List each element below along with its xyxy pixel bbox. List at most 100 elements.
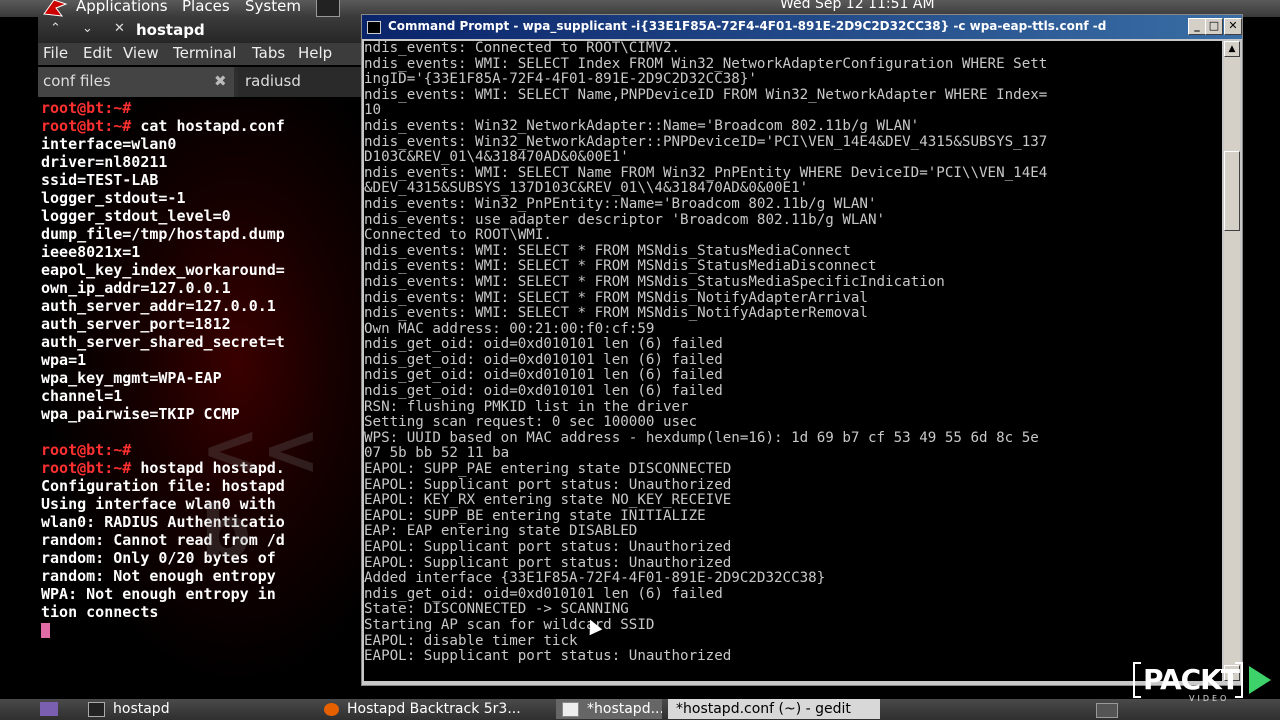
shell-prompt: root@bt:~# — [41, 117, 132, 135]
terminal-text: logger_stdout_level=0 — [41, 207, 231, 225]
workspace-switcher[interactable] — [1096, 703, 1118, 718]
terminal-line: eapol_key_index_workaround= — [41, 261, 368, 279]
cmd-line: ndis_events: WMI: SELECT Name,PNPDeviceI… — [364, 87, 1048, 103]
taskbar: hostapd Hostapd Backtrack 5r3... *hostap… — [0, 699, 1280, 720]
taskbar-label: hostapd — [113, 701, 170, 717]
terminal-text: channel=1 — [41, 387, 123, 405]
cmd-line: ndis_get_oid: oid=0xd010101 len (6) fail… — [364, 337, 723, 353]
cmd-line: EAPOL: Supplicant port status: Unauthori… — [364, 649, 732, 665]
tab-conf-files[interactable]: conf files ✖ — [38, 67, 234, 97]
show-desktop-icon[interactable] — [40, 702, 58, 716]
menu-edit[interactable]: Edit — [83, 44, 112, 62]
cmd-line: Own MAC address: 00:21:00:f0:cf:59 — [364, 321, 655, 337]
taskbar-label: *hostapd.conf (~) - gedit — [676, 701, 851, 717]
terminal-text: auth_server_port=1812 — [41, 315, 231, 333]
taskbar-item-hostapd[interactable]: hostapd — [82, 699, 302, 719]
cmd-line: 07 5b bb 52 11 ba — [364, 446, 510, 462]
cmd-line: ndis_get_oid: oid=0xd010101 len (6) fail… — [364, 368, 723, 384]
packt-wordmark: PACKT — [1143, 663, 1240, 696]
cmd-output[interactable]: ndis_events: Connected to ROOT\CIMV2. ndi… — [364, 41, 1222, 681]
terminal-line: logger_stdout=-1 — [41, 189, 368, 207]
minimize-button[interactable]: _ — [1188, 18, 1206, 35]
taskbar-item-gedit-active[interactable]: *hostapd.conf (~) - gedit — [668, 699, 880, 719]
terminal-text: dump_file=/tmp/hostapd.dump — [41, 225, 285, 243]
cmd-line: EAPOL: Supplicant port status: Unauthori… — [364, 477, 732, 493]
terminal-text: interface=wlan0 — [41, 135, 177, 153]
terminal-text: wpa_key_mgmt=WPA-EAP — [41, 369, 222, 387]
terminal-titlebar[interactable]: ⌃ ⌄ ✕ hostapd — [38, 17, 368, 43]
terminal-line: auth_server_port=1812 — [41, 315, 368, 333]
cmd-line: EAPOL: Supplicant port status: Unauthori… — [364, 540, 732, 555]
command-prompt-window: Command Prompt - wpa_supplicant -i{33E1F… — [361, 14, 1243, 686]
cmd-line: State: DISCONNECTED -> SCANNING — [364, 602, 629, 618]
cmd-scrollbar[interactable]: ▲ ▼ — [1224, 41, 1240, 681]
menu-help[interactable]: Help — [298, 44, 332, 62]
firefox-icon — [324, 702, 339, 716]
maximize-button[interactable]: □ — [1205, 18, 1223, 35]
terminal-line: driver=nl80211 — [41, 153, 368, 171]
clock[interactable]: Wed Sep 12 11:51 AM — [780, 0, 935, 12]
cmd-line: ndis_events: Win32_PnPEntity::Name='Broa… — [364, 196, 877, 212]
terminal-text: WPA: Not enough entropy in — [41, 585, 276, 603]
bracket-right — [1235, 662, 1243, 698]
terminal-cursor-line — [41, 621, 368, 639]
cmd-line: ndis_events: WMI: SELECT Index FROM Win3… — [364, 56, 1048, 72]
cmd-line: ndis_events: WMI: SELECT Name FROM Win32… — [364, 165, 1048, 181]
backtrack-dragon-icon[interactable] — [42, 0, 68, 17]
terminal-line: WPA: Not enough entropy in — [41, 585, 368, 603]
terminal-window: ⌃ ⌄ ✕ hostapd File Edit View Terminal Ta… — [38, 17, 368, 695]
shell-prompt: root@bt:~# — [41, 99, 132, 117]
places-menu[interactable]: Places — [182, 0, 230, 15]
terminal-menubar: File Edit View Terminal Tabs Help — [38, 43, 368, 65]
shell-prompt: root@bt:~# — [41, 441, 132, 459]
taskbar-item-firefox[interactable]: Hostapd Backtrack 5r3... — [318, 699, 550, 719]
backtrack-watermark: << b — [201, 409, 323, 573]
terminal-text: cat hostapd.conf — [131, 117, 285, 135]
cmd-app-icon[interactable] — [367, 21, 381, 34]
bracket-left — [1133, 662, 1141, 698]
gedit-icon — [562, 701, 579, 717]
terminal-text: own_ip_addr=127.0.0.1 — [41, 279, 231, 297]
cmd-line: Added interface {33E1F85A-72F4-4F01-891E… — [364, 571, 826, 587]
applications-menu[interactable]: Applications — [76, 0, 168, 15]
menu-file[interactable]: File — [43, 44, 68, 62]
terminal-line: interface=wlan0 — [41, 135, 368, 153]
chevron-up-icon[interactable]: ⌃ — [50, 21, 61, 36]
terminal-line: auth_server_shared_secret=t — [41, 333, 368, 351]
tab-radiusd[interactable]: radiusd — [238, 67, 368, 97]
cmd-line: ndis_events: WMI: SELECT * FROM MSNdis_N… — [364, 290, 868, 306]
terminal-line: ieee8021x=1 — [41, 243, 368, 261]
terminal-launcher-icon[interactable] — [316, 0, 340, 17]
terminal-text: logger_stdout=-1 — [41, 189, 186, 207]
terminal-line: own_ip_addr=127.0.0.1 — [41, 279, 368, 297]
menu-view[interactable]: View — [123, 44, 159, 62]
terminal-icon — [88, 701, 105, 717]
text-cursor — [41, 623, 50, 638]
taskbar-item-gedit[interactable]: *hostapd... — [556, 699, 662, 719]
menu-terminal[interactable]: Terminal — [173, 44, 236, 62]
cmd-line: &DEV_4315&SUBSYS_137D103C&REV_01\\4&3184… — [364, 181, 809, 197]
terminal-tabbar: conf files ✖ radiusd — [38, 67, 368, 97]
terminal-text: wpa=1 — [41, 351, 87, 369]
scroll-up-icon[interactable]: ▲ — [1224, 41, 1240, 57]
close-button[interactable]: ✕ — [1224, 18, 1242, 35]
close-icon[interactable]: ✕ — [114, 21, 125, 36]
cmd-titlebar[interactable]: Command Prompt - wpa_supplicant -i{33E1F… — [362, 15, 1242, 39]
terminal-line: root@bt:~# — [41, 99, 368, 117]
system-menu[interactable]: System — [245, 0, 301, 15]
play-icon — [1249, 666, 1271, 694]
cmd-line: ndis_events: use adapter descriptor 'Bro… — [364, 212, 886, 228]
close-tab-icon[interactable]: ✖ — [214, 67, 227, 95]
cmd-title: Command Prompt - wpa_supplicant -i{33E1F… — [388, 19, 1107, 33]
cmd-line: ndis_get_oid: oid=0xd010101 len (6) fail… — [364, 586, 723, 602]
cmd-line: EAPOL: Supplicant port status: Unauthori… — [364, 555, 732, 571]
menu-tabs[interactable]: Tabs — [252, 44, 285, 62]
scroll-thumb[interactable] — [1224, 151, 1240, 231]
cmd-line: ndis_events: Connected to ROOT\CIMV2. — [364, 41, 681, 56]
chevron-down-icon[interactable]: ⌄ — [82, 21, 93, 36]
terminal-text: ssid=TEST-LAB — [41, 171, 159, 189]
terminal-text: driver=nl80211 — [41, 153, 168, 171]
terminal-output[interactable]: << b root@bt:~# root@bt:~# cat hostapd.co… — [41, 99, 368, 689]
terminal-line: auth_server_addr=127.0.0.1 — [41, 297, 368, 315]
terminal-text: ieee8021x=1 — [41, 243, 141, 261]
